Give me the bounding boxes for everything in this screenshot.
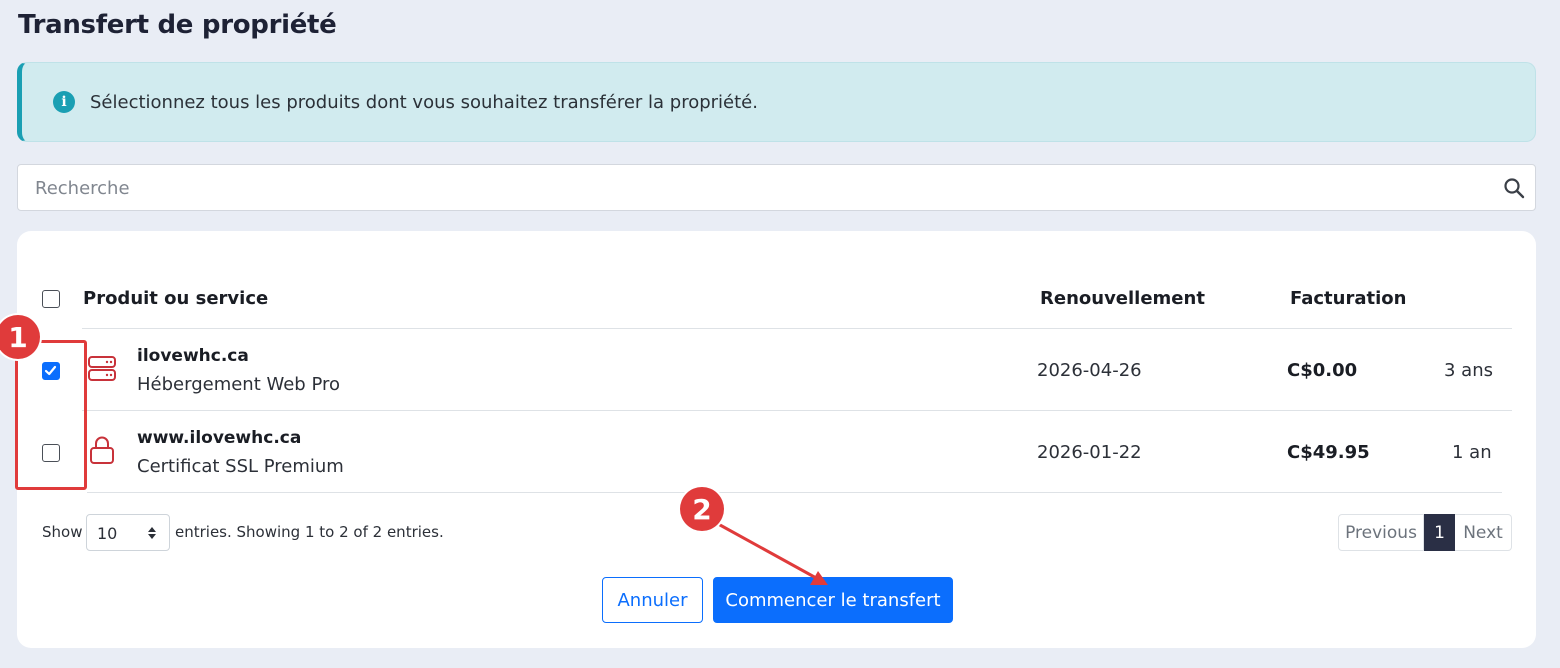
divider bbox=[82, 328, 1512, 329]
alert-text: Sélectionnez tous les produits dont vous… bbox=[90, 91, 758, 113]
search-bar bbox=[17, 164, 1536, 212]
lock-icon bbox=[90, 436, 114, 464]
billing-term: 3 ans bbox=[1444, 360, 1493, 381]
annotation-badge-2: 2 bbox=[680, 487, 724, 531]
product-type: Hébergement Web Pro bbox=[137, 374, 341, 395]
billing-term: 1 an bbox=[1452, 442, 1492, 463]
select-all-checkbox[interactable] bbox=[42, 290, 60, 308]
product-type: Certificat SSL Premium bbox=[137, 456, 344, 477]
product-name: ilovewhc.ca bbox=[137, 346, 249, 366]
server-icon bbox=[88, 356, 116, 381]
select-arrows-icon bbox=[148, 527, 156, 539]
renewal-date: 2026-04-26 bbox=[1037, 360, 1142, 381]
entries-info: entries. Showing 1 to 2 of 2 entries. bbox=[175, 523, 444, 541]
page-title: Transfert de propriété bbox=[18, 10, 337, 40]
renewal-date: 2026-01-22 bbox=[1037, 442, 1142, 463]
product-name: www.ilovewhc.ca bbox=[137, 428, 302, 448]
divider bbox=[82, 410, 1512, 411]
billing-price: C$49.95 bbox=[1287, 442, 1370, 463]
search-icon[interactable] bbox=[1503, 177, 1525, 199]
header-billing: Facturation bbox=[1290, 288, 1407, 309]
show-label: Show bbox=[42, 523, 83, 541]
cancel-button[interactable]: Annuler bbox=[602, 577, 703, 623]
annotation-highlight-box bbox=[15, 340, 87, 490]
entries-select[interactable]: 10 bbox=[86, 514, 170, 551]
pagination-next[interactable]: Next bbox=[1455, 514, 1512, 551]
entries-value: 10 bbox=[97, 524, 118, 543]
header-product: Produit ou service bbox=[83, 288, 269, 309]
search-input[interactable] bbox=[33, 165, 1477, 212]
header-renewal: Renouvellement bbox=[1040, 288, 1205, 309]
pagination-previous[interactable]: Previous bbox=[1338, 514, 1424, 551]
info-icon: i bbox=[53, 91, 75, 113]
billing-price: C$0.00 bbox=[1287, 360, 1358, 381]
info-alert: i Sélectionnez tous les produits dont vo… bbox=[17, 62, 1536, 142]
pagination-page-1[interactable]: 1 bbox=[1424, 514, 1455, 551]
divider bbox=[87, 492, 1502, 493]
